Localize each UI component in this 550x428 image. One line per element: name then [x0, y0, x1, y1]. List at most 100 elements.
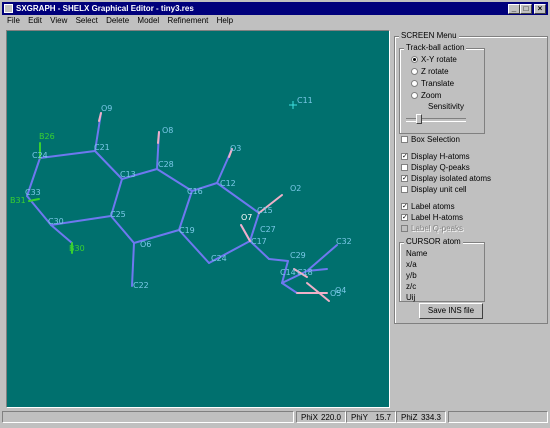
checkbox-label: Box Selection [411, 135, 460, 144]
radio-translate[interactable]: Translate [411, 79, 454, 89]
window-title: SXGRAPH - SHELX Graphical Editor - tiny3… [16, 4, 194, 13]
label-q-peaks-checkbox: Label Q-peaks [401, 224, 463, 234]
checkbox-label: Label Q-peaks [411, 224, 464, 233]
minimize-button[interactable]: _ [508, 4, 520, 14]
menu-edit[interactable]: Edit [28, 16, 42, 25]
display-unit-cell-checkbox[interactable]: Display unit cell [401, 185, 467, 195]
atom-label: C12 [220, 179, 236, 188]
atom-label: C22 [133, 281, 149, 290]
radio-zoom[interactable]: Zoom [411, 91, 441, 101]
molecule-drawing[interactable]: C11 O9 O8 O3 B26 C24 C21 C28 C12 C13 C16… [7, 31, 389, 407]
atom-label: C27 [260, 225, 276, 234]
trackball-title: Track-ball action [404, 43, 467, 52]
menu-file[interactable]: File [7, 16, 20, 25]
atom-label: C16 [187, 187, 203, 196]
menu-help[interactable]: Help [217, 16, 233, 25]
atom-label: O6 [140, 240, 151, 249]
atom-label: C18 [297, 268, 313, 277]
checkbox-box [401, 225, 408, 233]
checkbox-box: ✓ [401, 214, 408, 222]
atom-label: O4 [335, 286, 346, 295]
status-value: 220.0 [320, 413, 341, 422]
status-value: 15.7 [375, 413, 391, 422]
screen-menu-panel: SCREEN Menu Track-ball action X-Y rotate… [392, 30, 548, 406]
atom-label: C14 [280, 268, 296, 277]
checkbox-box [401, 164, 408, 172]
atom-label: B26 [39, 132, 55, 141]
box-selection-checkbox[interactable]: Box Selection [401, 135, 460, 145]
display-h-atoms-checkbox[interactable]: ✓ Display H-atoms [401, 152, 470, 162]
atom-label: B31 [10, 196, 26, 205]
radio-xy-rotate[interactable]: X-Y rotate [411, 55, 457, 65]
status-message [2, 411, 294, 423]
atom-label: C19 [179, 226, 195, 235]
status-bar: PhiX 220.0 PhiY 15.7 PhiZ 334.3 [2, 409, 548, 425]
menu-view[interactable]: View [50, 16, 67, 25]
cursor-atom-group: CURSOR atom Name x/a y/b z/c Uij [399, 237, 485, 302]
radio-z-rotate[interactable]: Z rotate [411, 67, 449, 77]
status-empty [448, 411, 548, 423]
menu-delete[interactable]: Delete [106, 16, 129, 25]
checkbox-label: Label atoms [411, 202, 455, 211]
checkbox-box: ✓ [401, 203, 408, 211]
status-value: 334.3 [420, 413, 441, 422]
atom-label: O8 [162, 126, 173, 135]
slider-thumb[interactable] [416, 114, 422, 124]
atom-label: C24 [32, 151, 48, 160]
atom-label: C13 [120, 170, 136, 179]
status-phiz: PhiZ 334.3 [396, 411, 446, 423]
status-phix: PhiX 220.0 [296, 411, 346, 423]
atom-label: C17 [251, 237, 267, 246]
radio-label: Z rotate [421, 67, 449, 76]
checkbox-label: Display isolated atoms [411, 174, 492, 183]
atom-label: C28 [158, 160, 174, 169]
atom-label: C33 [25, 188, 41, 197]
label-atoms-checkbox[interactable]: ✓ Label atoms [401, 202, 455, 212]
cursor-field-xa: x/a [406, 260, 417, 269]
checkbox-box: ✓ [401, 153, 408, 161]
menu-model[interactable]: Model [137, 16, 159, 25]
cursor-atom-title: CURSOR atom [404, 237, 463, 246]
radio-dot [411, 56, 418, 64]
slider-track [406, 118, 466, 122]
close-button[interactable]: × [534, 4, 546, 14]
save-ins-button[interactable]: Save INS file [419, 303, 483, 319]
sensitivity-slider[interactable] [406, 113, 466, 125]
molecule-viewport[interactable]: C11 O9 O8 O3 B26 C24 C21 C28 C12 C13 C16… [6, 30, 390, 408]
menu-select[interactable]: Select [76, 16, 98, 25]
atom-label: C15 [257, 206, 273, 215]
checkbox-label: Label H-atoms [411, 213, 464, 222]
screen-menu-title: SCREEN Menu [399, 31, 459, 40]
radio-label: Translate [421, 79, 455, 88]
application-window: SXGRAPH - SHELX Graphical Editor - tiny3… [0, 0, 550, 428]
atom-label: O9 [101, 104, 112, 113]
atom-label: C11 [297, 96, 313, 105]
status-label: PhiY [351, 413, 368, 422]
atom-label: O3 [230, 144, 241, 153]
label-h-atoms-checkbox[interactable]: ✓ Label H-atoms [401, 213, 463, 223]
atom-label: C29 [290, 251, 306, 260]
checkbox-label: Display Q-peaks [411, 163, 470, 172]
sensitivity-label: Sensitivity [428, 102, 465, 111]
atom-label: B30 [69, 244, 85, 253]
status-label: PhiZ [401, 413, 418, 422]
cursor-field-name: Name [406, 249, 428, 258]
status-phiy: PhiY 15.7 [346, 411, 396, 423]
display-q-peaks-checkbox[interactable]: Display Q-peaks [401, 163, 470, 173]
screen-menu-group: SCREEN Menu Track-ball action X-Y rotate… [394, 31, 548, 324]
radio-label: X-Y rotate [421, 55, 457, 64]
cursor-field-yb: y/b [406, 271, 417, 280]
status-label: PhiX [301, 413, 318, 422]
atom-label: O7 [241, 213, 252, 222]
cursor-field-zc: z/c [406, 282, 417, 291]
display-isolated-atoms-checkbox[interactable]: ✓ Display isolated atoms [401, 174, 491, 184]
radio-label: Zoom [421, 91, 442, 100]
cursor-field-uij: Uij [406, 293, 416, 302]
checkbox-label: Display H-atoms [411, 152, 470, 161]
atom-label: C25 [110, 210, 126, 219]
maximize-button[interactable]: □ [520, 4, 532, 14]
atom-label: C32 [336, 237, 352, 246]
menu-refinement[interactable]: Refinement [167, 16, 208, 25]
atom-label: O2 [290, 184, 301, 193]
radio-dot [411, 80, 418, 88]
